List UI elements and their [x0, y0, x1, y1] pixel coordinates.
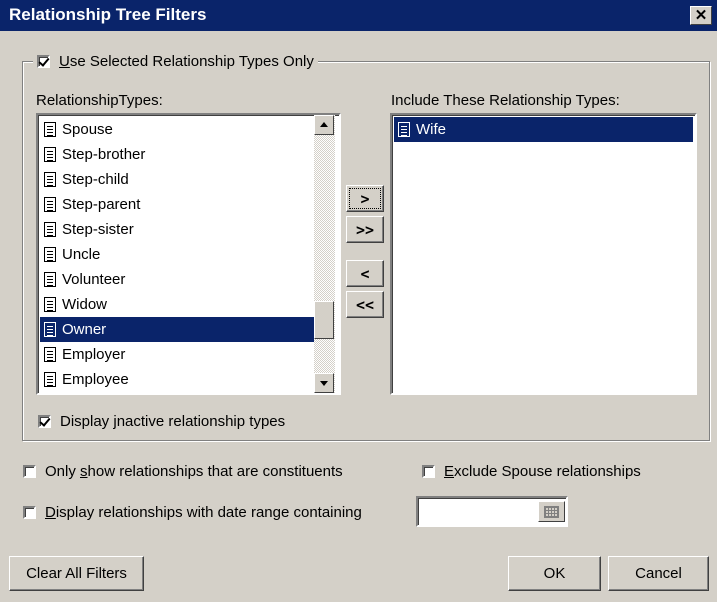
- type-item-label: Employer: [62, 346, 126, 363]
- type-item-label: Employee: [62, 371, 129, 388]
- relationship-types-scrollbar[interactable]: [314, 115, 335, 393]
- type-item-label: Step-parent: [62, 196, 141, 213]
- include-item[interactable]: Wife: [394, 117, 693, 142]
- arrow-up-icon: [320, 122, 328, 127]
- relationship-types-list[interactable]: Spouse Step-brother Step-child Step-parent S…: [36, 113, 341, 395]
- type-item[interactable]: Employer: [40, 342, 316, 367]
- only-constituents-check[interactable]: [23, 465, 36, 478]
- calendar-button[interactable]: [538, 501, 565, 522]
- display-inactive-checkbox[interactable]: Display jnactive relationship types: [38, 413, 285, 430]
- date-range-input[interactable]: [416, 496, 568, 527]
- exclude-spouse-label: Exclude Spouse relationships: [444, 463, 641, 480]
- add-all-button[interactable]: >>: [346, 216, 384, 243]
- document-icon: [44, 122, 56, 137]
- clear-all-filters-button[interactable]: Clear All Filters: [9, 556, 144, 591]
- document-icon: [44, 147, 56, 162]
- close-button[interactable]: ✕: [690, 6, 712, 25]
- date-range-label: Display relationships with date range co…: [45, 504, 362, 521]
- only-constituents-label: Only show relationships that are constit…: [45, 463, 343, 480]
- type-item-label: Spouse: [62, 121, 113, 138]
- remove-selected-button[interactable]: <: [346, 260, 384, 287]
- document-icon: [44, 197, 56, 212]
- ok-button[interactable]: OK: [508, 556, 601, 591]
- type-item[interactable]: Step-child: [40, 167, 316, 192]
- calendar-icon: [544, 506, 559, 518]
- document-icon: [44, 272, 56, 287]
- cancel-button[interactable]: Cancel: [608, 556, 709, 591]
- type-item[interactable]: Volunteer: [40, 267, 316, 292]
- use-selected-types-label: Use Selected Relationship Types Only: [59, 52, 314, 70]
- display-inactive-check[interactable]: [38, 415, 51, 428]
- type-item[interactable]: Step-sister: [40, 217, 316, 242]
- type-item[interactable]: Spouse: [40, 117, 316, 142]
- document-icon: [44, 372, 56, 387]
- type-item[interactable]: Owner: [40, 317, 316, 342]
- scroll-up-button[interactable]: [314, 115, 334, 135]
- document-icon: [44, 297, 56, 312]
- type-item[interactable]: Uncle: [40, 242, 316, 267]
- close-icon: ✕: [694, 7, 708, 24]
- type-item-label: Step-child: [62, 171, 129, 188]
- remove-all-button[interactable]: <<: [346, 291, 384, 318]
- document-icon: [44, 172, 56, 187]
- include-types-list[interactable]: Wife: [390, 113, 697, 395]
- scroll-down-button[interactable]: [314, 373, 334, 393]
- type-item[interactable]: Widow: [40, 292, 316, 317]
- type-item[interactable]: Step-brother: [40, 142, 316, 167]
- document-icon: [44, 347, 56, 362]
- only-constituents-checkbox[interactable]: Only show relationships that are constit…: [23, 463, 343, 480]
- type-item-label: Step-sister: [62, 221, 134, 238]
- type-item-label: Step-brother: [62, 146, 146, 163]
- type-item-label: Volunteer: [62, 271, 126, 288]
- display-inactive-label: Display jnactive relationship types: [60, 413, 286, 430]
- document-icon: [44, 222, 56, 237]
- window-title: Relationship Tree Filters: [9, 5, 207, 24]
- document-icon: [398, 122, 410, 137]
- date-range-check[interactable]: [23, 506, 36, 519]
- use-selected-types-check[interactable]: [37, 54, 50, 68]
- type-item[interactable]: Employee: [40, 367, 316, 392]
- add-selected-button[interactable]: >: [346, 185, 384, 212]
- date-range-checkbox[interactable]: Display relationships with date range co…: [23, 504, 362, 521]
- scroll-thumb[interactable]: [314, 301, 334, 339]
- document-icon: [44, 322, 56, 337]
- include-types-label: Include These Relationship Types:: [391, 92, 620, 109]
- use-selected-types-checkbox[interactable]: Use Selected Relationship Types Only: [33, 50, 318, 72]
- use-selected-types-text: se Selected Relationship Types Only: [69, 52, 314, 70]
- exclude-spouse-checkbox[interactable]: Exclude Spouse relationships: [422, 463, 641, 480]
- arrow-down-icon: [320, 381, 328, 386]
- exclude-spouse-check[interactable]: [422, 465, 435, 478]
- type-item-label: Uncle: [62, 246, 101, 263]
- type-item[interactable]: Step-parent: [40, 192, 316, 217]
- type-item-label: Widow: [62, 296, 108, 313]
- document-icon: [44, 247, 56, 262]
- relationship-types-label: RelationshipTypes:: [36, 92, 163, 109]
- type-item-label: Owner: [62, 321, 107, 338]
- include-item-label: Wife: [416, 121, 446, 138]
